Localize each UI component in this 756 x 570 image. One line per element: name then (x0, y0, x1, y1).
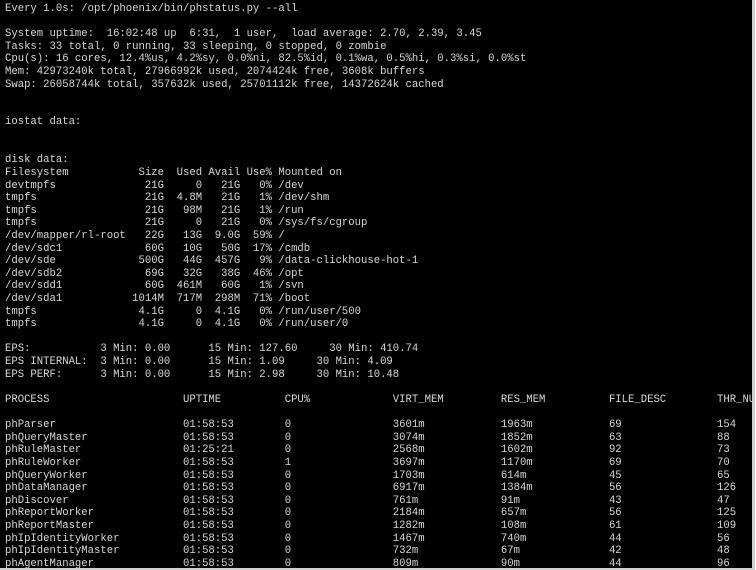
process-row: phAgentManager 01:58:53 0 809m 90m 44 96 (5, 557, 730, 570)
process-row: phParser 01:58:53 0 3601m 1963m 69 154 (5, 419, 737, 432)
process-table-header: PROCESS UPTIME CPU% VIRT_MEM RES_MEM FIL… (5, 393, 755, 406)
process-row: phQueryWorker 01:58:53 0 1703m 614m 45 6… (5, 469, 730, 482)
disk-row: /dev/mapper/rl-root 22G 13G 9.0G 59% / (5, 229, 285, 242)
disk-row: tmpfs 21G 4.8M 21G 1% /dev/shm (5, 192, 330, 205)
process-row: phReportWorker 01:58:53 0 2184m 657m 56 … (5, 507, 737, 520)
disk-data-label: disk data: (5, 154, 69, 167)
process-row: phIpIdentityMaster 01:58:53 0 732m 67m 4… (5, 545, 730, 558)
disk-table-header: Filesystem Size Used Avail Use% Mounted … (5, 166, 342, 179)
disk-row: tmpfs 21G 0 21G 0% /sys/fs/cgroup (5, 217, 368, 230)
eps-line: EPS: 3 Min: 0.00 15 Min: 127.60 30 Min: … (5, 343, 419, 356)
process-row: phQueryMaster 01:58:53 0 3074m 1852m 63 … (5, 431, 730, 444)
disk-row: tmpfs 4.1G 0 4.1G 0% /run/user/0 (5, 318, 349, 331)
watch-header: Every 1.0s: /opt/phoenix/bin/phstatus.py… (5, 3, 298, 15)
eps-perf-line: EPS PERF: 3 Min: 0.00 15 Min: 2.98 30 Mi… (5, 368, 400, 381)
process-row: phDiscover 01:58:53 0 761m 91m 43 47 (5, 494, 730, 507)
terminal-output: Every 1.0s: /opt/phoenix/bin/phstatus.py… (0, 0, 755, 570)
disk-row: /dev/sda1 1014M 717M 298M 71% /boot (5, 293, 311, 306)
disk-row: /dev/sdb2 69G 32G 38G 46% /opt (5, 267, 304, 280)
swap-summary: Swap: 26058744k total, 357632k used, 257… (5, 78, 444, 91)
eps-internal-line: EPS INTERNAL: 3 Min: 0.00 15 Min: 1.09 3… (5, 356, 393, 369)
process-row: phDataManager 01:58:53 0 6917m 1384m 56 … (5, 482, 737, 495)
process-row: phRuleWorker 01:58:53 1 3697m 1170m 69 7… (5, 456, 730, 469)
terminal-window[interactable]: Every 1.0s: /opt/phoenix/bin/phstatus.py… (0, 0, 755, 570)
cpu-summary: Cpu(s): 16 cores, 12.4%us, 4.2%sy, 0.0%n… (5, 53, 527, 66)
disk-row: /dev/sdc1 60G 10G 50G 17% /cmdb (5, 242, 311, 255)
disk-row: tmpfs 4.1G 0 4.1G 0% /run/user/500 (5, 305, 362, 318)
process-row: phReportMaster 01:58:53 0 1282m 108m 61 … (5, 519, 737, 532)
disk-row: /dev/sde 500G 44G 457G 9% /data-clickhou… (5, 255, 419, 268)
mem-summary: Mem: 42973240k total, 27966992k used, 20… (5, 66, 425, 79)
disk-row: /dev/sdd1 60G 461M 60G 1% /svn (5, 280, 304, 293)
system-uptime: System uptime: 16:02:48 up 6:31, 1 user,… (5, 28, 482, 41)
process-row: phRuleMaster 01:25:21 0 2568m 1602m 92 7… (5, 444, 730, 457)
tasks-summary: Tasks: 33 total, 0 running, 33 sleeping,… (5, 40, 387, 53)
disk-row: tmpfs 21G 98M 21G 1% /run (5, 204, 304, 217)
iostat-label: iostat data: (5, 116, 82, 129)
process-row: phIpIdentityWorker 01:58:53 0 1467m 740m… (5, 532, 730, 545)
disk-row: devtmpfs 21G 0 21G 0% /dev (5, 179, 304, 192)
